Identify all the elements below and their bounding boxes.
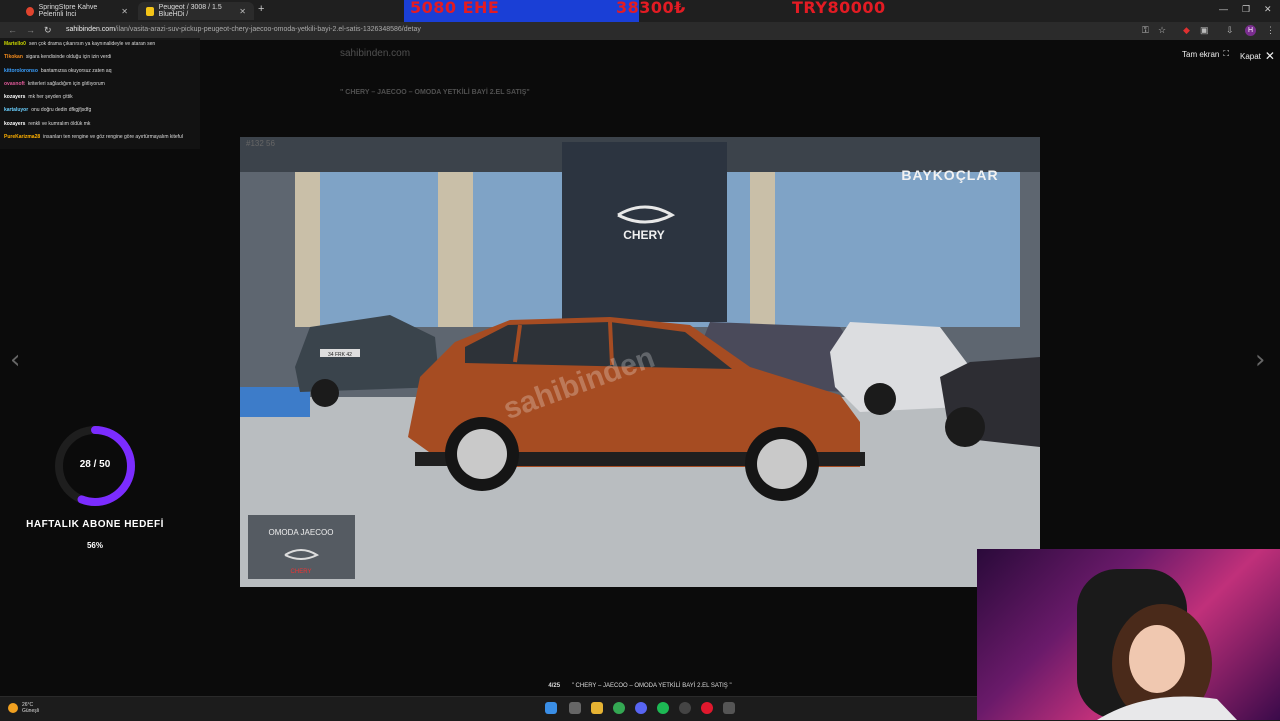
close-viewer-button[interactable]: Kapat ✕: [1240, 49, 1275, 63]
chat-text: kriterleri sağladığım için glıtlıyorum: [27, 80, 105, 87]
file-explorer-icon[interactable]: [591, 702, 603, 714]
weather-desc: Güneşli: [22, 708, 39, 714]
chrome-icon[interactable]: [613, 702, 625, 714]
overlay-left-text: 5080 EHE: [410, 0, 500, 17]
sub-goal-percent: 56%: [86, 541, 103, 550]
forward-icon[interactable]: →: [26, 25, 35, 35]
caption-title: " CHERY – JAECOO – OMODA YETKİLİ BAYİ 2.…: [571, 683, 732, 689]
sub-goal-label: HAFTALIK ABONE HEDEFİ: [26, 519, 164, 530]
browser-tab[interactable]: SpringStore Kahve Pelerinli İnci ✕: [18, 2, 136, 20]
close-label: Kapat: [1240, 51, 1261, 61]
menu-kebab-icon[interactable]: ⋮: [1266, 25, 1275, 36]
downloads-icon[interactable]: ⇩: [1226, 25, 1234, 36]
streamer-video: [1077, 569, 1237, 720]
stream-goal-overlay: 5080 EHE 38300₺ TRY80000: [404, 0, 894, 28]
opera-icon[interactable]: [701, 702, 713, 714]
chat-text: onu doğru dedin dfkgjfjsdfg: [31, 107, 92, 114]
chat-message: kozayers renkli ve kumralım öldük mk: [0, 118, 200, 127]
photo-counter: 4/25: [548, 683, 561, 689]
fullscreen-button[interactable]: Tam ekran ⛶: [1182, 49, 1229, 59]
license-plate: 34 FRK 42: [328, 352, 352, 358]
chat-user: Tlkokan: [4, 54, 23, 61]
chat-text: bantamızsa okuyorsuz zaten aq: [40, 67, 112, 74]
chat-text: renkli ve kumralım öldük mk: [28, 120, 91, 127]
chat-user: kartaluyor: [4, 107, 29, 114]
chat-message: kittoroloronso bantamızsa okuyorsuz zaten…: [0, 65, 200, 74]
close-icon: ✕: [1264, 49, 1275, 63]
chat-user: kittoroloronso: [4, 67, 38, 74]
chat-message: kartaluyor onu doğru dedin dfkgjfjsdfg: [0, 104, 200, 113]
listing-photo: CHERY BAYKOÇLAR 34 FRK 42 OMODA JAECOO C…: [240, 137, 1040, 587]
omoda-jaecoo-sign: OMODA JAECOO: [269, 528, 334, 537]
overlay-mid-text: 38300₺: [616, 0, 686, 17]
chat-user: kozayers: [4, 120, 26, 127]
spotify-icon[interactable]: [657, 702, 669, 714]
chat-user: kozayers: [4, 94, 26, 101]
tab-favicon-icon: [26, 6, 34, 16]
site-logo: sahibinden.com: [340, 48, 411, 59]
chat-text: sen çok drama çıkarırsın ya kaynınalidey…: [28, 41, 156, 47]
tab-favicon-icon: [146, 6, 154, 16]
chat-message: PureKarizma28 insanları ten rengine ve gö…: [0, 131, 200, 145]
chery-mini-sign: CHERY: [291, 569, 312, 575]
task-manager-icon[interactable]: [723, 702, 735, 714]
reload-icon[interactable]: ↻: [44, 25, 52, 36]
chat-text: mk her şeyden çittik: [28, 94, 73, 101]
chat-message: ovasnoft kriterleri sağladığım için glıtl…: [0, 78, 200, 87]
browser-tab-active[interactable]: Peugeot / 3008 / 1.5 BlueHDi / ✕: [138, 2, 254, 20]
fullscreen-label: Tam ekran: [1182, 49, 1220, 59]
fullscreen-icon: ⛶: [1223, 49, 1229, 58]
tab-close-icon[interactable]: ✕: [239, 7, 246, 16]
webcam-feed: [977, 549, 1280, 720]
bookmark-star-icon[interactable]: ☆: [1158, 25, 1166, 36]
close-icon[interactable]: ✕: [1264, 4, 1272, 15]
chat-user: PureKarizma28: [4, 134, 41, 141]
windows-icon[interactable]: [545, 702, 557, 714]
chat-text: sigara kendisinde olduğu için izin verdi: [25, 54, 112, 61]
extensions-puzzle-icon[interactable]: ▣: [1200, 25, 1209, 36]
listing-title: " CHERY – JAECOO – OMODA YETKİLİ BAYİ 2.…: [340, 89, 530, 96]
tab-title: Peugeot / 3008 / 1.5 BlueHDi /: [158, 4, 222, 18]
chat-message: Tlkokan sigara kendisinde olduğu için izi…: [0, 51, 200, 60]
profile-avatar[interactable]: H: [1245, 25, 1256, 36]
url-field[interactable]: sahibinden.com/ilan/vasita-arazi-suv-pic…: [66, 26, 421, 33]
background-listing-page: sahibinden.com " CHERY – JAECOO – OMODA …: [340, 48, 940, 96]
extension-icon[interactable]: ◆: [1183, 25, 1190, 36]
storefront-sign: BAYKOÇLAR: [901, 167, 998, 183]
stream-chat: Martello0 sen çok drama çıkarırsın ya kay…: [0, 38, 200, 150]
chat-message: kozayers mk her şeyden çittik: [0, 91, 200, 100]
back-icon[interactable]: ←: [8, 25, 17, 35]
brand-logo-text: CHERY: [623, 228, 665, 242]
chat-message: Martello0 sen çok drama çıkarırsın ya kay…: [0, 38, 200, 47]
url-path: /ilan/vasita-arazi-suv-pickup-peugeot-ch…: [115, 26, 421, 33]
password-key-icon[interactable]: ⚿: [1142, 25, 1149, 36]
sun-icon: [8, 703, 18, 713]
chevron-left-icon[interactable]: ‹: [10, 345, 20, 375]
tab-close-icon[interactable]: ✕: [121, 7, 128, 16]
sub-goal-count: 28 / 50: [79, 459, 111, 470]
chevron-right-icon[interactable]: ›: [1255, 345, 1265, 375]
overlay-right-text: TRY80000: [792, 0, 886, 17]
tab-title: SpringStore Kahve Pelerinli İnci: [38, 4, 98, 18]
url-host: sahibinden.com: [66, 26, 116, 33]
chat-user: Martello0: [4, 41, 26, 47]
discord-icon[interactable]: [635, 702, 647, 714]
search-icon[interactable]: [569, 702, 581, 714]
chat-text: insanları ten rengine ve göz rengine gör…: [43, 134, 183, 141]
plus-icon[interactable]: +: [258, 3, 264, 15]
photo-id: #132 56: [246, 139, 275, 148]
minimize-icon[interactable]: —: [1219, 4, 1228, 14]
weather-widget[interactable]: 26°C Güneşli: [8, 702, 39, 714]
chat-user: ovasnoft: [4, 80, 25, 87]
obs-icon[interactable]: [679, 702, 691, 714]
restore-icon[interactable]: ❐: [1242, 4, 1250, 15]
